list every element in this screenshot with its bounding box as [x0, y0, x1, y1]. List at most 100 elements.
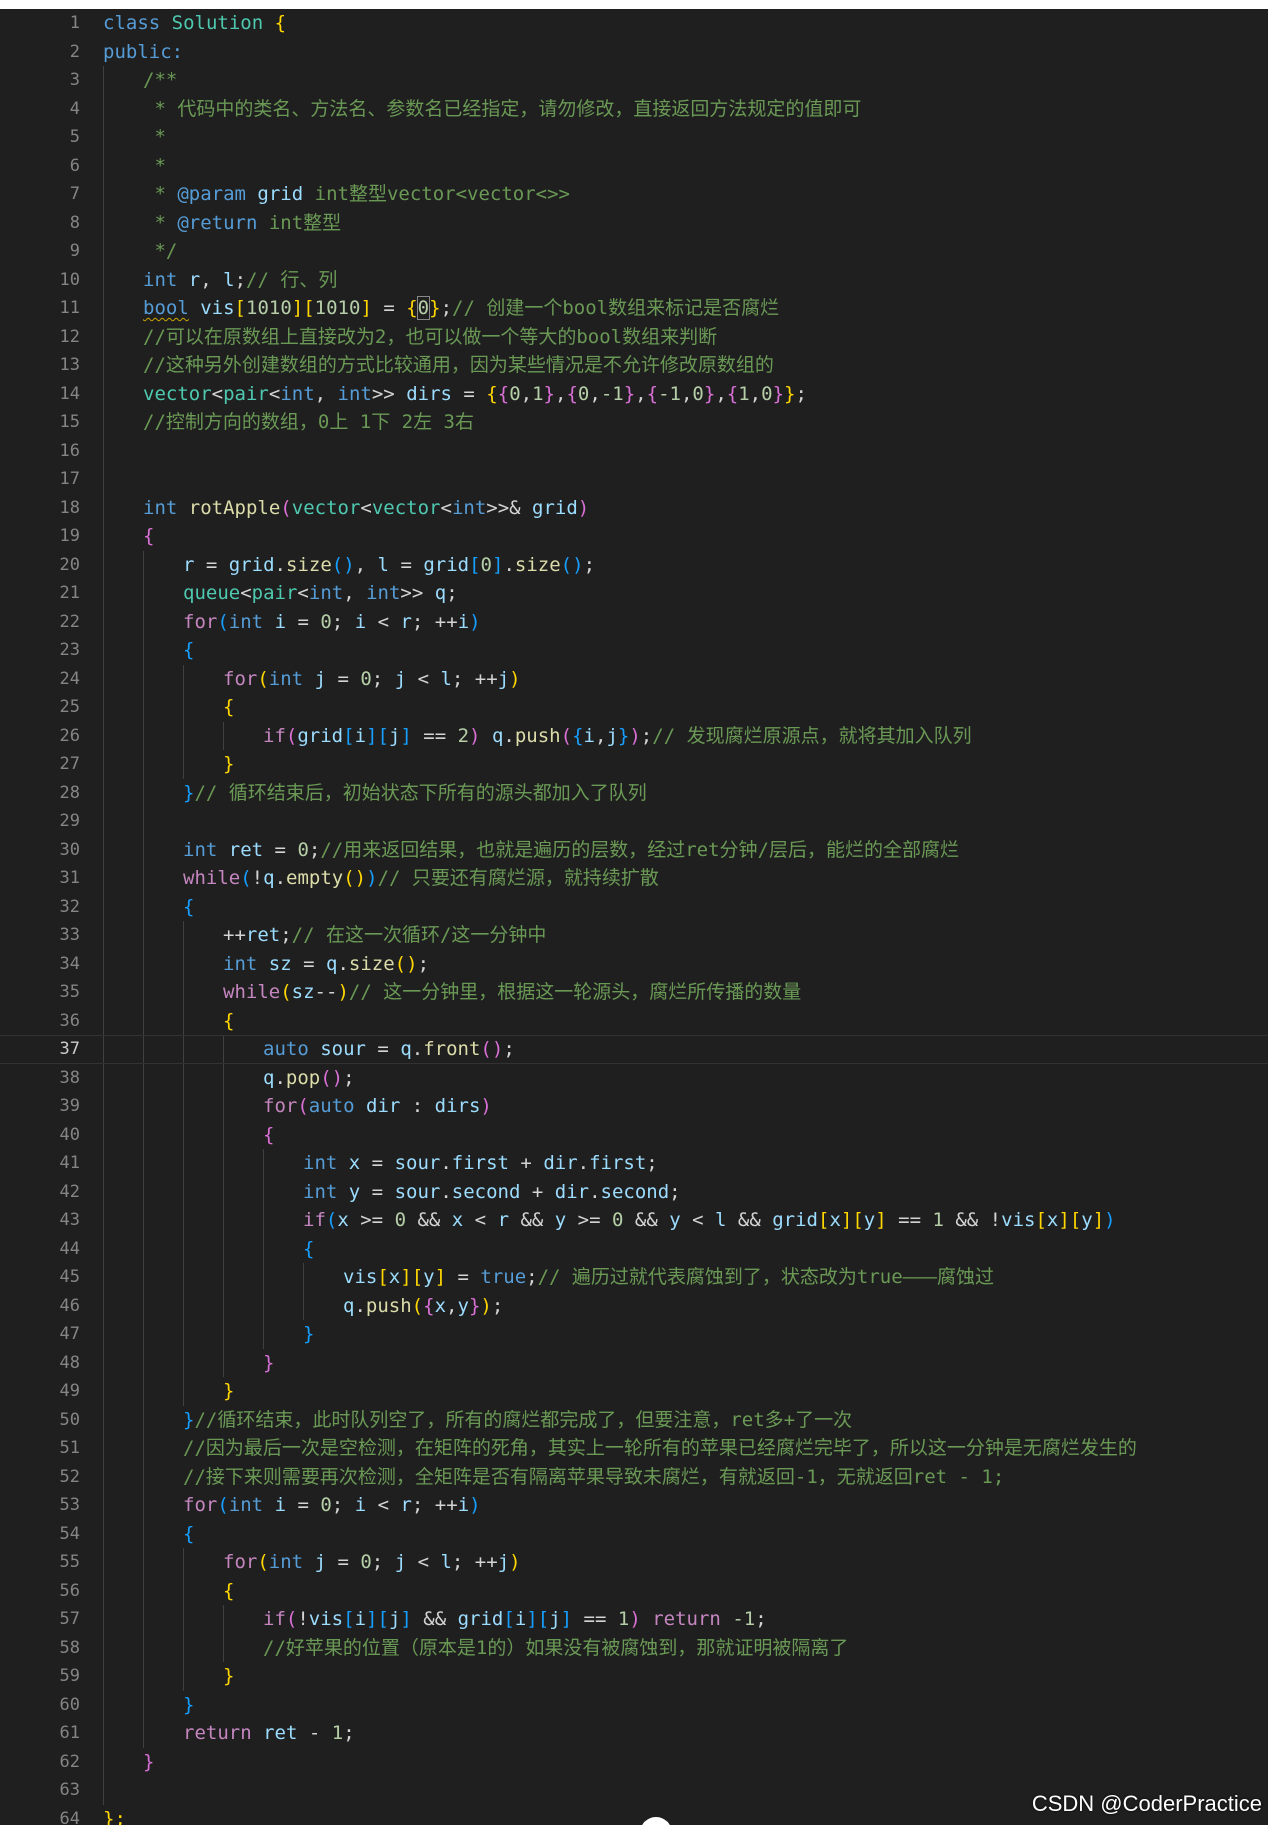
- code-line[interactable]: 22 for(int i = 0; i < r; ++i): [0, 607, 1268, 636]
- code-line[interactable]: 54 {: [0, 1519, 1268, 1548]
- indent-guide: [183, 1548, 184, 1577]
- code-line[interactable]: 32 {: [0, 892, 1268, 921]
- line-number: 40: [59, 1124, 80, 1145]
- indent-guide: [183, 1633, 184, 1662]
- code-token: while: [183, 867, 241, 889]
- code-token: ,: [555, 382, 567, 405]
- indent-guide: [183, 1377, 184, 1406]
- indent-guide: [143, 1548, 144, 1577]
- code-token: *: [143, 183, 178, 205]
- indent-guide: [183, 1234, 184, 1263]
- code-line[interactable]: 30 int ret = 0;//用来返回结果，也就是遍历的层数，经过ret分钟/…: [0, 835, 1268, 864]
- code-line[interactable]: 25 {: [0, 693, 1268, 722]
- code-line[interactable]: 61 return ret - 1;: [0, 1719, 1268, 1748]
- code-line[interactable]: 18 int rotApple(vector<vector<int>>& grid…: [0, 493, 1268, 522]
- code-line[interactable]: 6 *: [0, 151, 1268, 180]
- code-line[interactable]: 27}: [0, 750, 1268, 779]
- code-line[interactable]: 44 {: [0, 1234, 1268, 1263]
- code-line[interactable]: 60}: [0, 1690, 1268, 1719]
- code-token: (: [280, 981, 292, 1003]
- indent-guide: [183, 949, 184, 978]
- code-line[interactable]: 26 if(grid[i][j] == 2) q.push({i,j});// 发…: [0, 721, 1268, 750]
- indent-guide: [183, 1263, 184, 1292]
- code-line[interactable]: 24 for(int j = 0; j < l; ++j): [0, 664, 1268, 693]
- code-line[interactable]: 46 q.push({x,y});: [0, 1291, 1268, 1320]
- indent-guide: [183, 1348, 184, 1377]
- code-line[interactable]: 13 //这种另外创建数组的方式比较通用，因为某些情况是不允许修改原数组的: [0, 351, 1268, 380]
- code-line[interactable]: 62}: [0, 1747, 1268, 1776]
- code-line[interactable]: 3 /**: [0, 66, 1268, 95]
- code-line[interactable]: 45 vis[x][y] = true;// 遍历过就代表腐蚀到了，状态改为tru…: [0, 1263, 1268, 1292]
- code-line[interactable]: 38 q.pop();: [0, 1063, 1268, 1092]
- code-line[interactable]: 21 queue<pair<int, int>> q;: [0, 579, 1268, 608]
- code-line[interactable]: 23 {: [0, 636, 1268, 665]
- indent-guide: [103, 1320, 104, 1349]
- code-line[interactable]: 11 bool vis[1010][1010] = {0};// 创建一个bool…: [0, 294, 1268, 323]
- code-line[interactable]: 1 class Solution {: [0, 9, 1268, 38]
- code-line[interactable]: 19 {: [0, 522, 1268, 551]
- code-line[interactable]: 2 public:: [0, 38, 1268, 67]
- code-token: first: [589, 1152, 647, 1174]
- code-token: // 行、列: [246, 268, 338, 291]
- indent-guide: [103, 351, 104, 380]
- line-code: }// 循环结束后，初始状态下所有的源头都加入了队列: [183, 779, 647, 808]
- code-token: int: [228, 610, 264, 633]
- indent-guide: [223, 721, 224, 750]
- code-line[interactable]: 34 int sz = q.size();: [0, 949, 1268, 978]
- code-token: pair: [251, 582, 298, 604]
- code-line[interactable]: 56 {: [0, 1576, 1268, 1606]
- code-line[interactable]: 10 int r, l;// 行、列: [0, 265, 1268, 294]
- code-token: [: [234, 297, 246, 319]
- code-token: 1010: [314, 297, 361, 319]
- code-line[interactable]: 37 auto sour = q.front();: [0, 1035, 1268, 1064]
- indent-guide: [263, 1320, 264, 1349]
- indent-guide: [143, 1291, 144, 1320]
- code-line[interactable]: 59}: [0, 1662, 1268, 1691]
- code-line[interactable]: 41 int x = sour.first + dir.first;: [0, 1149, 1268, 1178]
- code-line[interactable]: 53 for(int i = 0; i < r; ++i): [0, 1491, 1268, 1520]
- code-line[interactable]: 39 for(auto dir : dirs): [0, 1092, 1268, 1121]
- line-code: * 代码中的类名、方法名、参数名已经指定，请勿修改，直接返回方法规定的值即可: [143, 95, 861, 124]
- code-line[interactable]: 58 //好苹果的位置（原本是1的）如果没有被腐蚀到，那就证明被隔离了: [0, 1633, 1268, 1662]
- code-line[interactable]: 49}: [0, 1377, 1268, 1406]
- code-line[interactable]: 9 */: [0, 237, 1268, 266]
- code-line[interactable]: 20 r = grid.size(), l = grid[0].size();: [0, 550, 1268, 579]
- code-line[interactable]: 42 int y = sour.second + dir.second;: [0, 1177, 1268, 1206]
- code-line[interactable]: 52 //接下来则需要再次检测，全矩阵是否有隔离苹果导致未腐烂，有就返回-1，无就…: [0, 1462, 1268, 1491]
- code-line[interactable]: 7 * @param grid int整型vector<vector<>>: [0, 180, 1268, 209]
- code-line[interactable]: 55 for(int j = 0; j < l; ++j): [0, 1548, 1268, 1577]
- code-line[interactable]: 48}: [0, 1348, 1268, 1377]
- line-code: {: [223, 1577, 234, 1606]
- indent-guide: [183, 921, 184, 950]
- code-line[interactable]: 29: [0, 807, 1268, 836]
- code-token: {: [143, 525, 155, 547]
- indent-guide: [303, 1291, 304, 1320]
- code-line[interactable]: 57 if(!vis[i][j] && grid[i][j] == 1) retu…: [0, 1605, 1268, 1634]
- code-line[interactable]: 4 * 代码中的类名、方法名、参数名已经指定，请勿修改，直接返回方法规定的值即可: [0, 94, 1268, 124]
- code-line[interactable]: 17: [0, 465, 1268, 494]
- code-line[interactable]: 31 while(!q.empty())// 只要还有腐烂源，就持续扩散: [0, 864, 1268, 893]
- code-line[interactable]: 35 while(sz--)// 这一分钟里，根据这一轮源头，腐烂所传播的数量: [0, 978, 1268, 1007]
- code-line[interactable]: 12 //可以在原数组上直接改为2，也可以做一个等大的bool数组来判断: [0, 322, 1268, 351]
- code-editor[interactable]: 1 class Solution {2 public: 3/** 4 * 代码中的类名、…: [0, 9, 1268, 1825]
- code-line[interactable]: 8 * @return int整型: [0, 208, 1268, 237]
- code-line[interactable]: 47}: [0, 1320, 1268, 1349]
- code-line[interactable]: 43 if(x >= 0 && x < r && y >= 0 && y < l …: [0, 1206, 1268, 1235]
- code-line[interactable]: 50}//循环结束，此时队列空了，所有的腐烂都完成了，但要注意，ret多+了一次: [0, 1405, 1268, 1434]
- code-line[interactable]: 15 //控制方向的数组，0上 1下 2左 3右: [0, 408, 1268, 437]
- code-token: 0: [320, 610, 332, 633]
- code-line[interactable]: 33 ++ret;// 在这一次循环/这一分钟中: [0, 921, 1268, 950]
- code-line[interactable]: 28}// 循环结束后，初始状态下所有的源头都加入了队列: [0, 778, 1268, 808]
- code-line[interactable]: 40 {: [0, 1120, 1268, 1149]
- code-line[interactable]: 14 vector<pair<int, int>> dirs = {{0,1},{…: [0, 379, 1268, 408]
- code-line[interactable]: 36 {: [0, 1006, 1268, 1035]
- line-number: 46: [59, 1295, 80, 1316]
- code-line[interactable]: 51 //因为最后一次是空检测，在矩阵的死角，其实上一轮所有的苹果已经腐烂完毕了，…: [0, 1434, 1268, 1463]
- line-number: 57: [59, 1609, 80, 1629]
- code-token: 0: [692, 382, 704, 405]
- line-number: 11: [59, 298, 80, 318]
- code-line[interactable]: 5 *: [0, 123, 1268, 152]
- code-token: vis: [1001, 1209, 1036, 1231]
- code-line[interactable]: 16: [0, 436, 1268, 465]
- code-token: =: [326, 667, 361, 690]
